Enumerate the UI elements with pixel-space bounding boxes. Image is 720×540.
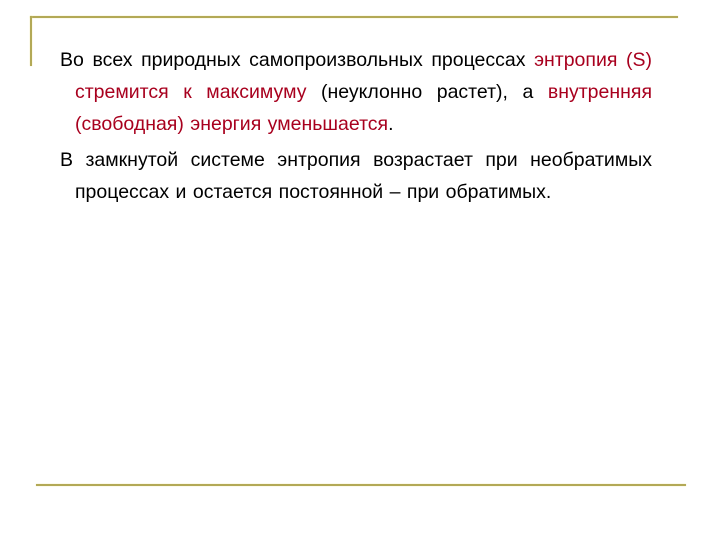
text-segment: В замкнутой системе энтропия возрастает … [60, 149, 652, 203]
bottom-decorative-line [36, 484, 686, 486]
text-segment: (неуклонно растет), а [306, 81, 548, 103]
text-segment: . [388, 113, 394, 135]
left-decorative-line [30, 16, 32, 66]
slide-body: Во всех природных самопроизвольных проце… [60, 44, 652, 212]
paragraph-entropy-natural-processes: Во всех природных самопроизвольных проце… [60, 44, 652, 140]
paragraph-closed-system: В замкнутой системе энтропия возрастает … [60, 144, 652, 208]
top-decorative-line [30, 16, 678, 18]
text-segment: Во всех природных самопроизвольных проце… [60, 49, 535, 71]
